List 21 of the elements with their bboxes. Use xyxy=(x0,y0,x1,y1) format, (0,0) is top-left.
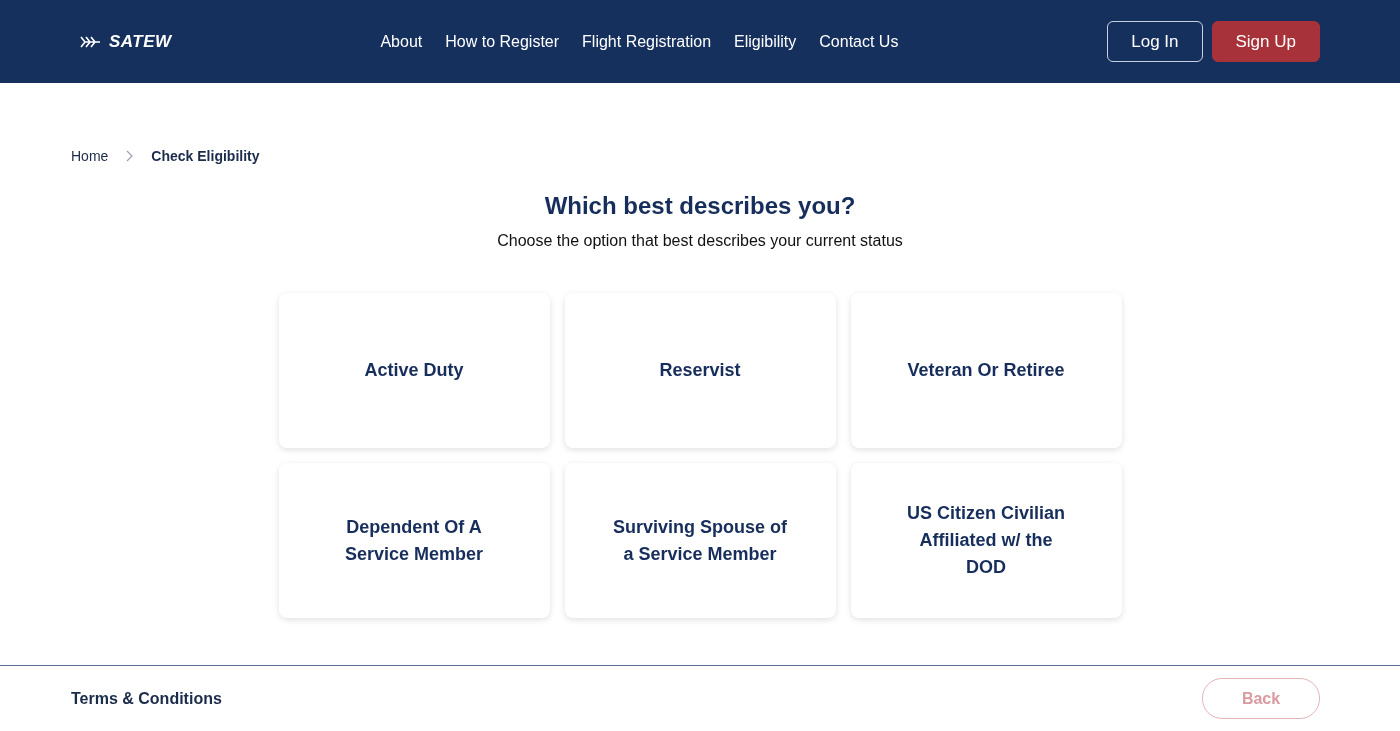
option-card[interactable]: Active Duty xyxy=(278,293,550,448)
page-heading: Which best describes you? xyxy=(543,191,857,221)
terms-link[interactable]: Terms & Conditions xyxy=(71,686,222,711)
brand-logo-text[interactable]: SATEW xyxy=(109,28,172,55)
breadcrumb-link[interactable]: Home xyxy=(71,145,109,167)
nav-link[interactable]: About xyxy=(380,29,423,54)
option-card[interactable]: Surviving Spouse of a Service Member xyxy=(564,463,836,618)
breadcrumb-link[interactable]: Check Eligibility xyxy=(151,145,260,167)
nav-link[interactable]: How to Register xyxy=(445,29,560,54)
option-card[interactable]: Dependent Of A Service Member xyxy=(278,463,550,618)
chevron-right-icon xyxy=(126,150,134,162)
page-subheading: Choose the option that best describes your current status xyxy=(496,231,904,251)
nav-link[interactable]: Flight Registration xyxy=(582,29,712,54)
chevrons-logo-icon xyxy=(80,35,101,48)
nav-link[interactable]: Eligibility xyxy=(734,29,797,54)
sign-up-button[interactable]: Sign Up xyxy=(1211,21,1320,62)
nav-link[interactable]: Contact Us xyxy=(819,29,899,54)
log-in-button[interactable]: Log In xyxy=(1107,21,1203,62)
option-card[interactable]: US Citizen Civilian Affiliated w/ the DOD xyxy=(850,463,1122,618)
option-card[interactable]: Reservist xyxy=(564,293,836,448)
option-card[interactable]: Veteran Or Retiree xyxy=(850,293,1122,448)
